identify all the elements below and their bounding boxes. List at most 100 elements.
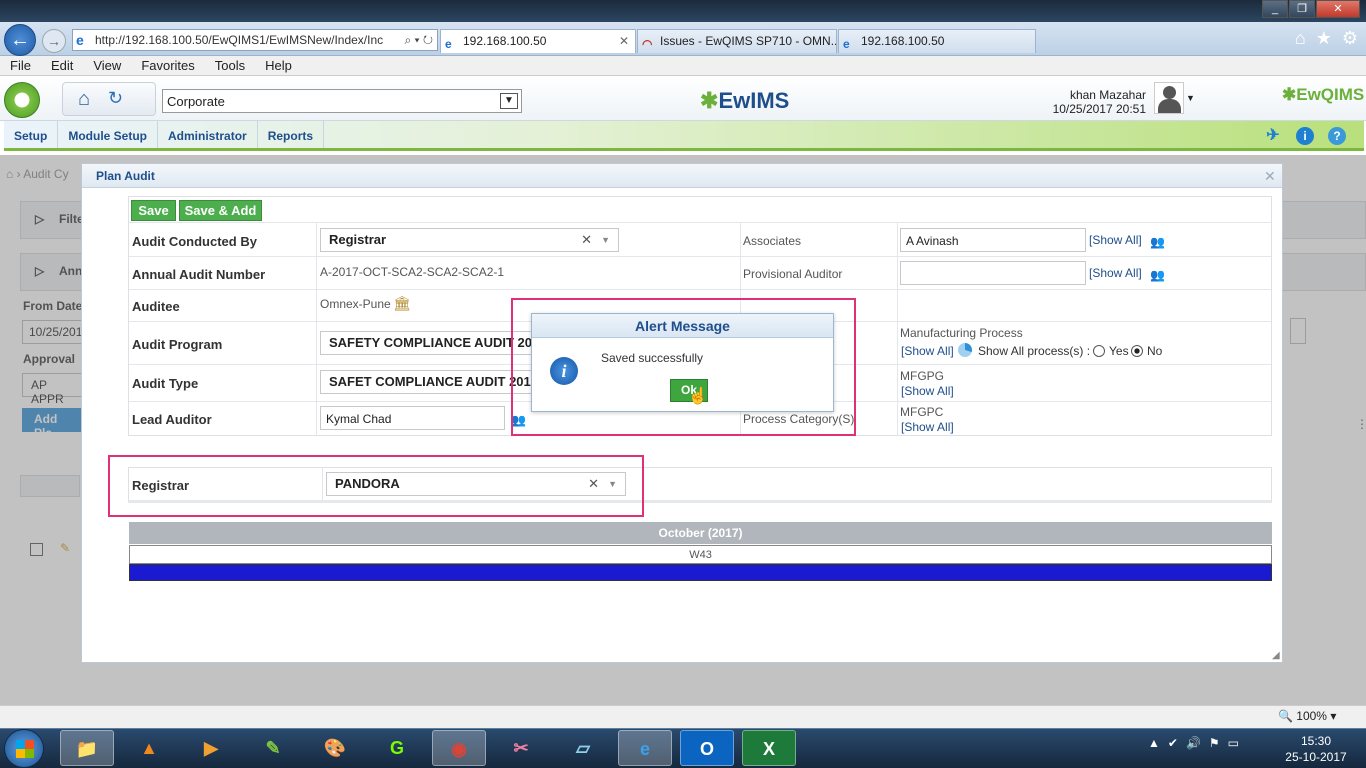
home-icon[interactable]: ⌂ (1295, 28, 1306, 49)
media-taskbar-icon[interactable]: ▶ (184, 730, 238, 766)
audit-conducted-by-select[interactable]: Registrar ✕ ▼ (320, 228, 619, 252)
ie-icon: e (76, 32, 84, 48)
people-icon[interactable]: 👥 (1150, 235, 1165, 249)
app-logo (4, 82, 40, 118)
clock-date: 25-10-2017 (1285, 750, 1347, 764)
resize-handle-icon[interactable]: ◢ (1272, 650, 1280, 661)
chevron-down-icon: ▼ (500, 93, 518, 109)
outlook-taskbar-icon[interactable]: O (680, 730, 734, 766)
main-nav: Setup Module Setup Administrator Reports (4, 121, 1364, 151)
nav-administrator[interactable]: Administrator (158, 121, 258, 148)
taskbar-clock[interactable]: 15:30 25-10-2017 (1284, 733, 1348, 765)
menu-view[interactable]: View (83, 56, 131, 75)
browser-tools: ⌂ ★ ⚙ (1295, 28, 1358, 49)
project-taskbar-icon[interactable]: ✎ (246, 730, 300, 766)
mfg-process-show-all-link[interactable]: [Show All] (901, 344, 954, 358)
browser-tab-1[interactable]: e 192.168.100.50 ✕ (440, 29, 636, 53)
address-bar[interactable]: e http://192.168.100.50/EwQIMS1/EwIMSNew… (72, 29, 438, 51)
audit-conducted-by-value: Registrar (329, 232, 387, 247)
calendar-month-header: October (2017) (129, 522, 1272, 544)
menu-favorites[interactable]: Favorites (131, 56, 204, 75)
audit-program-select[interactable]: SAFETY COMPLIANCE AUDIT 20 (320, 331, 534, 355)
issues-icon: ◠ (642, 37, 653, 51)
brand-right-name: EwQIMS (1296, 85, 1365, 104)
favorites-star-icon[interactable]: ★ (1316, 28, 1332, 49)
user-name: khan Mazahar (1069, 88, 1146, 102)
close-window-button[interactable]: ✕ (1316, 0, 1360, 18)
nav-module-setup[interactable]: Module Setup (58, 121, 159, 148)
save-add-button[interactable]: Save & Add (179, 200, 262, 221)
ie-icon: e (843, 37, 850, 51)
home-icon[interactable]: ⌂ (78, 88, 90, 111)
mfgpg-show-all-link[interactable]: [Show All] (901, 384, 954, 398)
snipping-taskbar-icon[interactable]: ✂ (494, 730, 548, 766)
login-datetime: 10/25/2017 20:51 (1052, 102, 1146, 116)
associates-input[interactable]: A Avinash (900, 228, 1086, 252)
back-button[interactable]: ← (4, 24, 36, 56)
vlc-taskbar-icon[interactable]: ▲ (122, 730, 176, 766)
nav-reports[interactable]: Reports (258, 121, 325, 148)
browser-status-bar (0, 705, 1366, 728)
people-icon[interactable]: 👥 (1150, 268, 1165, 282)
close-tab-icon[interactable]: ✕ (619, 30, 629, 52)
close-icon[interactable]: ✕ (1264, 168, 1276, 185)
notes-taskbar-icon[interactable]: ▱ (556, 730, 610, 766)
paint-taskbar-icon[interactable]: 🎨 (308, 730, 362, 766)
lead-auditor-input[interactable]: Kymal Chad (320, 406, 505, 430)
menu-tools[interactable]: Tools (205, 56, 255, 75)
yes-radio[interactable] (1093, 345, 1105, 357)
refresh-icon[interactable]: ↻ (108, 88, 123, 109)
provisional-auditor-input[interactable] (900, 261, 1086, 285)
ie-taskbar-icon[interactable]: e (618, 730, 672, 766)
save-button[interactable]: Save (131, 200, 176, 221)
menu-help[interactable]: Help (255, 56, 302, 75)
excel-taskbar-icon[interactable]: X (742, 730, 796, 766)
show-hidden-icons-icon[interactable]: ▲ (1148, 736, 1160, 750)
settings-gear-icon[interactable]: ⚙ (1342, 28, 1358, 49)
browser-menu-bar: File Edit View Favorites Tools Help (0, 56, 1366, 76)
calendar-plan-bar[interactable] (129, 564, 1272, 581)
security-icon[interactable]: ✔ (1168, 736, 1178, 750)
help-icon[interactable]: ? (1328, 127, 1346, 145)
maximize-button[interactable]: ❐ (1289, 0, 1315, 18)
menu-file[interactable]: File (0, 56, 41, 75)
explorer-taskbar-icon[interactable]: 📁 (60, 730, 114, 766)
menu-edit[interactable]: Edit (41, 56, 83, 75)
no-radio[interactable] (1131, 345, 1143, 357)
audit-type-label: Audit Type (132, 376, 199, 391)
forward-button[interactable]: → (42, 29, 66, 53)
start-button[interactable] (4, 729, 44, 768)
window-title-bar: _ ❐ ✕ (0, 0, 1366, 22)
associates-show-all-link[interactable]: [Show All] (1089, 233, 1142, 247)
pin-icon[interactable]: ✈ (1264, 127, 1282, 145)
caret-down-icon[interactable]: ▼ (1186, 93, 1195, 103)
minimize-button[interactable]: _ (1262, 0, 1288, 18)
network-icon[interactable]: ▭ (1228, 736, 1239, 750)
chrome-taskbar-icon[interactable]: ◉ (432, 730, 486, 766)
associates-value: A Avinash (906, 234, 959, 248)
action-center-icon[interactable]: ⚑ (1209, 736, 1220, 750)
nav-setup[interactable]: Setup (4, 121, 59, 148)
audit-type-value: SAFET COMPLIANCE AUDIT 201 (329, 374, 531, 389)
system-tray: ▲ ✔ 🔊 ⚑ ▭ (1148, 736, 1239, 750)
ie-icon: e (445, 37, 452, 51)
clear-icon[interactable]: ✕ (581, 229, 592, 251)
avatar[interactable] (1154, 82, 1184, 114)
alert-title: Alert Message (532, 314, 833, 338)
mfgpc-show-all-link[interactable]: [Show All] (901, 420, 954, 434)
audit-type-select[interactable]: SAFET COMPLIANCE AUDIT 201 (320, 370, 534, 394)
zoom-control[interactable]: 🔍 100% ▾ (1278, 709, 1336, 723)
pie-chart-icon (958, 343, 972, 357)
no-label: No (1147, 344, 1163, 358)
browser-tab-3[interactable]: e 192.168.100.50 (838, 29, 1036, 53)
provisional-show-all-link[interactable]: [Show All] (1089, 266, 1142, 280)
volume-icon[interactable]: 🔊 (1186, 736, 1201, 750)
browser-tab-2[interactable]: ◠ Issues - EwQIMS SP710 - OMN... (637, 29, 837, 53)
greenshot-taskbar-icon[interactable]: G (370, 730, 424, 766)
company-select[interactable]: Corporate ▼ (162, 89, 522, 113)
modal-title: Plan Audit (82, 164, 1282, 188)
info-icon[interactable]: i (1296, 127, 1314, 145)
auditee-value: Omnex-Pune (320, 297, 391, 311)
show-all-process-label: Show All process(s) : (978, 344, 1091, 358)
address-tools-icon[interactable]: ⌕ ▾ ↻ (404, 30, 433, 50)
